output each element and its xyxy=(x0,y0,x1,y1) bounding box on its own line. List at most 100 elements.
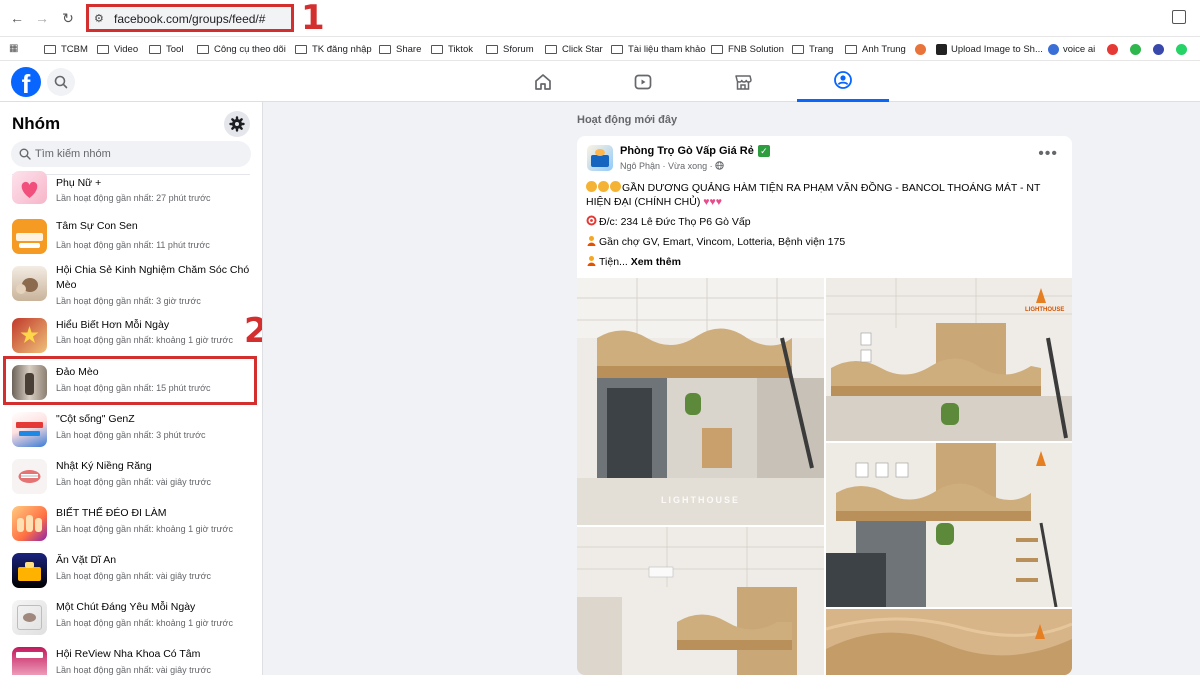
bookmark-share[interactable]: Share xyxy=(379,41,421,57)
folder-icon xyxy=(845,44,857,54)
post-text-line-1: GẦN DƯƠNG QUẢNG HÀM TIỆN RA PHẠM VĂN ĐỒN… xyxy=(586,181,1041,208)
group-activity: Lần hoạt động gần nhất: vài giây trước xyxy=(56,571,212,581)
post-photo-2[interactable]: LIGHTHOUSE xyxy=(826,278,1072,441)
forward-arrow-icon[interactable]: → xyxy=(33,9,51,27)
post-photo-3[interactable] xyxy=(826,443,1072,607)
person-emoji-icon xyxy=(587,256,596,266)
bookmark-click-star[interactable]: Click Star xyxy=(545,41,603,57)
url-text[interactable]: facebook.com/groups/feed/# xyxy=(114,12,265,26)
more-options-icon[interactable]: ••• xyxy=(1038,146,1058,162)
group-activity: Lần hoạt động gần nhất: khoảng 1 giờ trư… xyxy=(56,524,233,534)
post-time[interactable]: Vừa xong xyxy=(668,161,707,171)
group-activity: Lần hoạt động gần nhất: vài giây trước xyxy=(56,665,212,675)
folder-icon xyxy=(44,44,56,54)
bookmark-voice-ai[interactable]: voice ai xyxy=(1048,41,1095,57)
group-name: BIẾT THẾ ĐÉO ĐI LÀM xyxy=(56,507,167,519)
group-avatar xyxy=(12,600,47,635)
extension-icon[interactable] xyxy=(1130,44,1141,55)
post-group-name[interactable]: Phòng Trọ Gò Vấp Giá Rẻ ✓ xyxy=(620,145,770,158)
group-item-biet-the[interactable]: BIẾT THẾ ĐÉO ĐI LÀM Lần hoạt động gần nh… xyxy=(0,501,262,547)
tab-marketplace[interactable] xyxy=(697,61,789,102)
group-item-hieu-biet[interactable]: Hiểu Biết Hơn Mỗi Ngày Lần hoạt động gần… xyxy=(0,313,262,359)
bookmark-tool[interactable]: Tool xyxy=(149,41,183,57)
facebook-logo-icon[interactable]: f xyxy=(11,67,41,97)
group-name: "Cột sống" GenZ xyxy=(56,413,135,425)
photo-brand-label: LIGHTHOUSE xyxy=(1025,307,1065,313)
cast-icon[interactable] xyxy=(1172,10,1186,24)
video-icon xyxy=(634,74,652,89)
post-author[interactable]: Ngô Phận xyxy=(620,161,660,171)
group-name: Tâm Sự Con Sen xyxy=(56,220,138,232)
room-photo-graphic xyxy=(577,278,824,525)
group-name: Hội Chia Sẻ Kinh Nghiệm Chăm Sóc Chó Mèo xyxy=(56,264,250,291)
group-item-cot-song-genz[interactable]: "Cột sống" GenZ Lần hoạt động gần nhất: … xyxy=(0,407,262,453)
group-activity: Lần hoạt động gần nhất: khoảng 1 giờ trư… xyxy=(56,335,233,345)
site-favicon-icon xyxy=(936,43,947,55)
settings-button[interactable] xyxy=(224,111,250,137)
back-arrow-icon[interactable]: ← xyxy=(8,9,26,27)
reload-icon[interactable]: ↻ xyxy=(59,9,77,27)
photo-watermark: LIGHTHOUSE xyxy=(661,495,741,505)
tab-home[interactable] xyxy=(497,61,589,102)
bookmark-sforum[interactable]: Sforum xyxy=(486,41,534,57)
extension-icon[interactable] xyxy=(1153,44,1164,55)
group-name: Một Chút Đáng Yêu Mỗi Ngày xyxy=(56,601,196,613)
folder-icon xyxy=(711,44,723,54)
apps-grid-icon[interactable]: ▦ xyxy=(9,43,20,54)
feed-post: Phòng Trọ Gò Vấp Giá Rẻ ✓ Ngô Phận · Vừa … xyxy=(577,136,1072,675)
extension-icon[interactable] xyxy=(1107,44,1118,55)
group-avatar[interactable] xyxy=(587,145,613,171)
site-settings-icon[interactable]: ⚙ xyxy=(94,12,104,25)
group-activity: Lần hoạt động gần nhất: vài giây trước xyxy=(56,477,212,487)
group-item-cham-soc-cho-meo[interactable]: Hội Chia Sẻ Kinh Nghiệm Chăm Sóc Chó Mèo… xyxy=(0,261,262,317)
bookmark-fnb[interactable]: FNB Solution xyxy=(711,41,784,57)
group-activity: Lần hoạt động gần nhất: 11 phút trước xyxy=(56,240,210,250)
group-item-nieng-rang[interactable]: Nhật Ký Niềng Răng Lần hoạt động gần nhấ… xyxy=(0,454,262,500)
address-bar[interactable]: ⚙ facebook.com/groups/feed/# xyxy=(86,4,294,32)
group-avatar xyxy=(12,171,47,204)
group-search-input[interactable] xyxy=(35,141,245,167)
bookmark-tiktok[interactable]: Tiktok xyxy=(431,41,473,57)
tab-video[interactable] xyxy=(597,61,689,102)
annotation-marker-2: 2 xyxy=(244,314,262,348)
tab-groups[interactable] xyxy=(797,61,889,102)
folder-icon xyxy=(149,44,161,54)
bookmark-tk-dang-nhap[interactable]: TK đăng nhập xyxy=(295,41,372,57)
bookmarks-bar: ▦ TCBM Video Tool Công cụ theo dõi TK đă… xyxy=(0,37,1200,61)
group-item-an-vat-di-an[interactable]: Ăn Vặt Dĩ An Lần hoạt động gần nhất: vài… xyxy=(0,548,262,594)
annotation-marker-1: 1 xyxy=(301,0,325,38)
bookmark-video[interactable]: Video xyxy=(97,41,138,57)
bookmark-trang[interactable]: Trang xyxy=(792,41,833,57)
post-photo-1[interactable]: LIGHTHOUSE xyxy=(577,278,824,525)
folder-icon xyxy=(431,44,443,54)
search-icon xyxy=(54,75,68,89)
marketplace-icon xyxy=(735,74,752,90)
search-button[interactable] xyxy=(47,68,75,96)
bookmark-upload-image[interactable]: Upload Image to Sh... xyxy=(936,41,1043,57)
group-activity: Lần hoạt động gần nhất: 3 giờ trước xyxy=(56,296,201,306)
group-item-tam-su-con-sen[interactable]: Tâm Sự Con Sen Lần hoạt động gần nhất: 1… xyxy=(0,214,262,260)
post-text-line-3: Gần chợ GV, Emart, Vincom, Lotteria, Bện… xyxy=(586,235,1064,249)
group-activity: Lần hoạt động gần nhất: 3 phút trước xyxy=(56,430,206,440)
group-item-review-nha-khoa[interactable]: Hội ReView Nha Khoa Có Tâm Lần hoạt động… xyxy=(0,642,262,675)
bookmark-cong-cu[interactable]: Công cụ theo dõi xyxy=(197,41,286,57)
whatsapp-icon[interactable] xyxy=(1176,44,1187,55)
post-text-line-4: Tiện... Xem thêm xyxy=(586,255,1064,269)
bookmark-favicon-icon[interactable] xyxy=(915,44,926,55)
site-favicon-icon xyxy=(1048,43,1059,55)
cat-emoji-icon xyxy=(586,181,622,194)
folder-icon xyxy=(486,44,498,54)
group-name: Hiểu Biết Hơn Mỗi Ngày xyxy=(56,319,170,331)
post-photo-5[interactable] xyxy=(826,609,1072,675)
group-item-mot-chut-dang-yeu[interactable]: Một Chút Đáng Yêu Mỗi Ngày Lần hoạt động… xyxy=(0,595,262,641)
see-more-link[interactable]: Xem thêm xyxy=(631,256,681,268)
bookmark-tai-lieu[interactable]: Tài liệu tham khảo xyxy=(611,41,706,57)
groups-sidebar: Nhóm Phụ Nữ + Lần hoạt động gần nhất: 27… xyxy=(0,102,263,675)
group-item-phu-nu[interactable]: Phụ Nữ + Lần hoạt động gần nhất: 27 phút… xyxy=(0,171,262,209)
group-name: Phụ Nữ + xyxy=(56,177,102,189)
post-photo-4[interactable] xyxy=(577,527,824,675)
bookmark-anh-trung[interactable]: Anh Trung xyxy=(845,41,906,57)
bookmark-tcbm[interactable]: TCBM xyxy=(44,41,88,57)
annotation-highlight-box xyxy=(3,356,257,405)
group-avatar xyxy=(12,647,47,675)
